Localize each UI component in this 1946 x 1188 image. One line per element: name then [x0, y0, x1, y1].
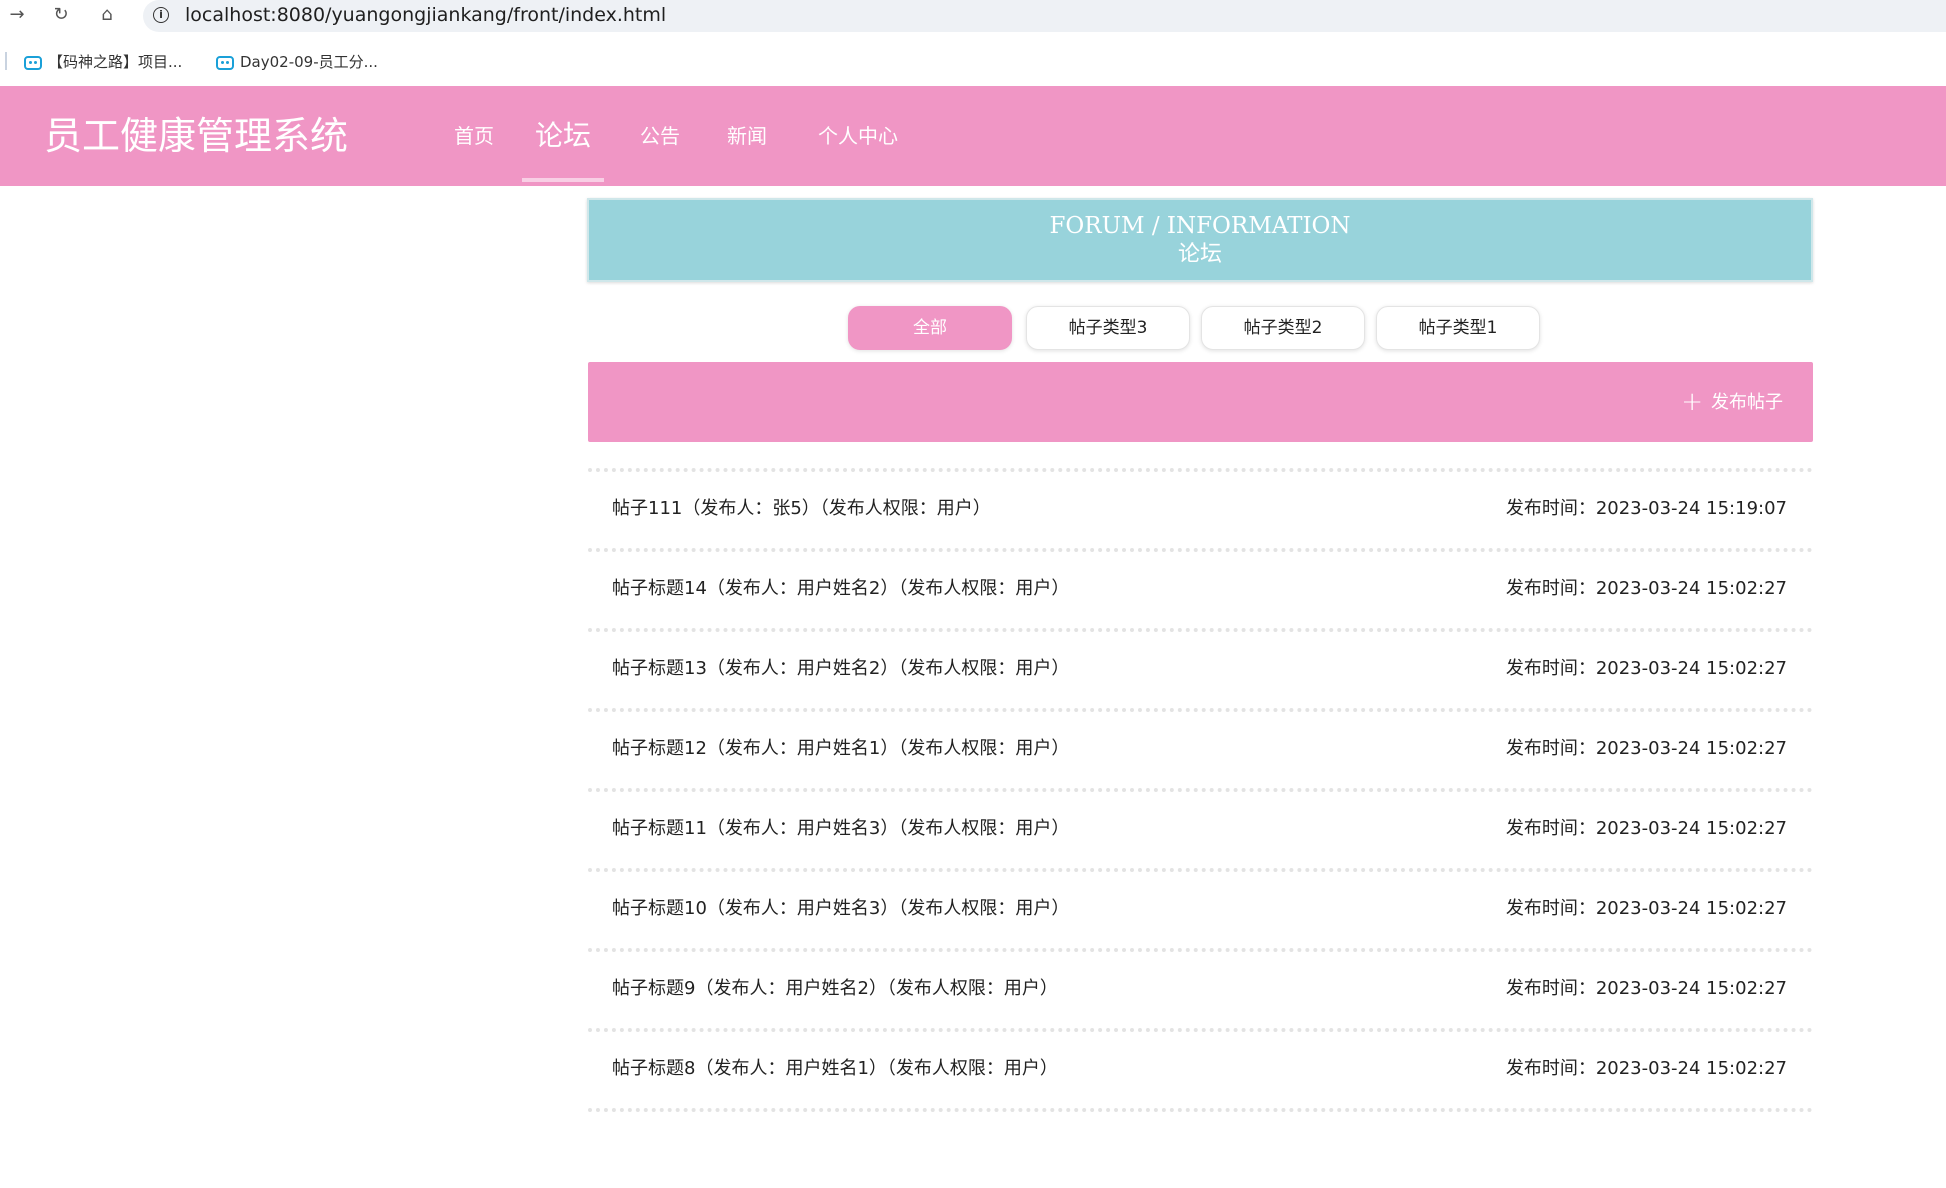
bookmark-item[interactable]: Day02-09-员工分...	[216, 49, 378, 75]
plus-icon: +	[1681, 387, 1703, 417]
bilibili-tv-icon	[24, 55, 42, 70]
post-row[interactable]	[588, 1108, 1813, 1188]
forward-arrow-icon[interactable]: →	[4, 3, 30, 27]
post-time: 发布时间：2023-03-24 15:02:27	[1505, 978, 1787, 999]
bookmark-label: 【码神之路】项目...	[48, 53, 183, 71]
site-info-icon[interactable]: i	[153, 7, 169, 23]
post-title[interactable]: 帖子标题12（发布人：用户姓名1）（发布人权限：用户）	[612, 712, 1069, 786]
banner-title-en: FORUM / INFORMATION	[1049, 213, 1351, 239]
browser-toolbar: → ↻ ⌂ i localhost:8080/yuangongjiankang/…	[0, 0, 1946, 32]
forum-banner: FORUM / INFORMATION 论坛	[587, 198, 1813, 282]
post-row[interactable]: 帖子标题8（发布人：用户姓名1）（发布人权限：用户） 发布时间：2023-03-…	[588, 1028, 1813, 1108]
reload-icon[interactable]: ↻	[48, 3, 74, 27]
category-tab-all[interactable]: 全部	[848, 306, 1012, 350]
post-title[interactable]: 帖子标题10（发布人：用户姓名3）（发布人权限：用户）	[612, 872, 1069, 946]
site-title[interactable]: 员工健康管理系统	[44, 86, 348, 186]
post-time: 发布时间：2023-03-24 15:02:27	[1505, 578, 1787, 599]
post-time: 发布时间：2023-03-24 15:19:07	[1505, 498, 1787, 519]
post-row[interactable]: 帖子标题9（发布人：用户姓名2）（发布人权限：用户） 发布时间：2023-03-…	[588, 948, 1813, 1028]
category-tab-type1[interactable]: 帖子类型1	[1376, 306, 1540, 350]
post-row[interactable]: 帖子111（发布人：张5）（发布人权限：用户） 发布时间：2023-03-24 …	[588, 468, 1813, 548]
post-time: 发布时间：2023-03-24 15:02:27	[1505, 658, 1787, 679]
bookmark-label: Day02-09-员工分...	[240, 53, 378, 71]
post-title[interactable]: 帖子标题9（发布人：用户姓名2）（发布人权限：用户）	[612, 952, 1058, 1026]
publish-post-button[interactable]: + 发布帖子	[1681, 362, 1783, 443]
action-bar: + 发布帖子	[588, 362, 1813, 442]
post-row[interactable]: 帖子标题13（发布人：用户姓名2）（发布人权限：用户） 发布时间：2023-03…	[588, 628, 1813, 708]
post-list: 帖子111（发布人：张5）（发布人权限：用户） 发布时间：2023-03-24 …	[588, 468, 1813, 1188]
post-row[interactable]: 帖子标题10（发布人：用户姓名3）（发布人权限：用户） 发布时间：2023-03…	[588, 868, 1813, 948]
site-header: 员工健康管理系统 首页 论坛 公告 新闻 个人中心	[0, 86, 1946, 186]
post-title[interactable]: 帖子标题8（发布人：用户姓名1）（发布人权限：用户）	[612, 1032, 1058, 1106]
nav-active-indicator	[522, 178, 604, 182]
bookmark-item[interactable]: 【码神之路】项目...	[24, 49, 182, 75]
publish-post-label: 发布帖子	[1711, 392, 1783, 413]
banner-title-cn: 论坛	[1177, 242, 1222, 267]
nav-notice[interactable]: 公告	[630, 86, 690, 186]
post-row[interactable]: 帖子标题11（发布人：用户姓名3）（发布人权限：用户） 发布时间：2023-03…	[588, 788, 1813, 868]
post-row[interactable]: 帖子标题12（发布人：用户姓名1）（发布人权限：用户） 发布时间：2023-03…	[588, 708, 1813, 788]
post-title[interactable]: 帖子标题13（发布人：用户姓名2）（发布人权限：用户）	[612, 632, 1069, 706]
post-title[interactable]: 帖子标题11（发布人：用户姓名3）（发布人权限：用户）	[612, 792, 1069, 866]
nav-personal-center[interactable]: 个人中心	[812, 86, 904, 186]
category-tab-type2[interactable]: 帖子类型2	[1201, 306, 1365, 350]
bilibili-tv-icon	[216, 55, 234, 70]
nav-forum[interactable]: 论坛	[522, 86, 604, 186]
address-bar[interactable]: i localhost:8080/yuangongjiankang/front/…	[143, 0, 1946, 32]
nav-home[interactable]: 首页	[444, 86, 504, 186]
bookmarks-bar: 【码神之路】项目... Day02-09-员工分...	[0, 44, 1946, 80]
home-icon[interactable]: ⌂	[94, 3, 120, 27]
category-tab-type3[interactable]: 帖子类型3	[1026, 306, 1190, 350]
post-time: 发布时间：2023-03-24 15:02:27	[1505, 1058, 1787, 1079]
post-time: 发布时间：2023-03-24 15:02:27	[1505, 738, 1787, 759]
post-title[interactable]: 帖子标题14（发布人：用户姓名2）（发布人权限：用户）	[612, 552, 1069, 626]
address-url[interactable]: localhost:8080/yuangongjiankang/front/in…	[185, 0, 666, 30]
post-time: 发布时间：2023-03-24 15:02:27	[1505, 818, 1787, 839]
bookmarks-divider	[5, 52, 7, 70]
nav-news[interactable]: 新闻	[717, 86, 777, 186]
post-time: 发布时间：2023-03-24 15:02:27	[1505, 898, 1787, 919]
post-row[interactable]: 帖子标题14（发布人：用户姓名2）（发布人权限：用户） 发布时间：2023-03…	[588, 548, 1813, 628]
post-title[interactable]: 帖子111（发布人：张5）（发布人权限：用户）	[612, 472, 991, 546]
